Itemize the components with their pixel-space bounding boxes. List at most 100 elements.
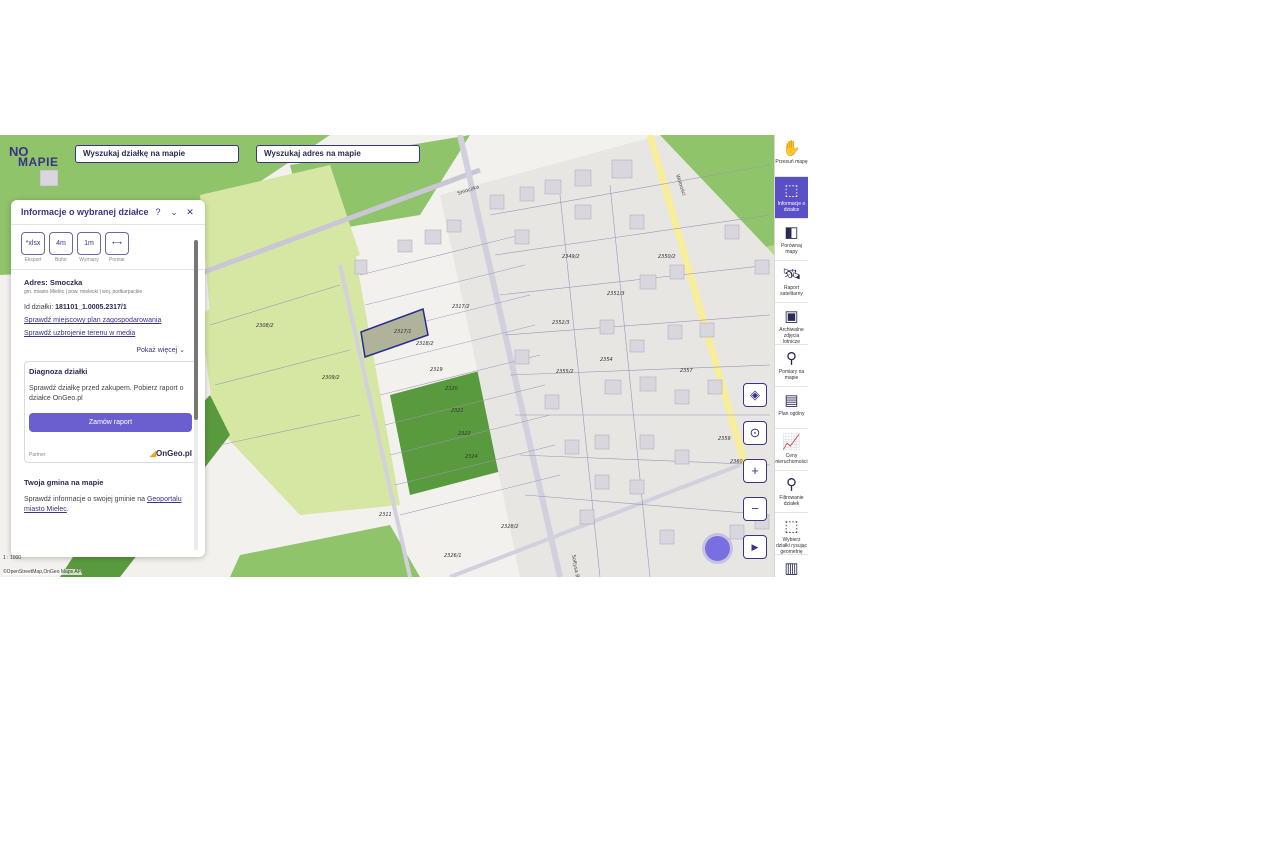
parcel-label: 2357 [680,368,694,374]
forest-area [230,525,420,577]
parcel-info-panel: Informacje o wybranej działce ? ⌄ ✕ *xls… [11,200,205,557]
tool-label: Pomiar [109,257,125,263]
parcel-label: 2328/2 [501,524,519,530]
sidebar-item-label: Przesuń mapę [775,159,808,165]
gmina-text-start: Sprawdź informacje o swojej gminie na [24,496,145,503]
measure-icon: ⟷ [105,232,129,255]
parcel-label: 2350/2 [658,254,676,260]
parcel-info-icon: ⬚ [784,182,799,199]
layers-button[interactable]: ◈ [743,383,767,407]
panel-tools: *xlsx Eksport 4m Bufor 1m Wymiary ⟷ Pomi… [11,225,205,270]
parcel-label: 2308/2 [256,323,274,329]
tool-export[interactable]: *xlsx Eksport [21,232,45,263]
parcel-label: 2324 [465,454,478,460]
sidebar-item-label: Plan ogólny [778,411,805,417]
parcel-label: 2355/2 [556,369,574,375]
show-more-label: Pokaż więcej [136,347,178,354]
zoom-out-button[interactable]: − [743,497,767,521]
sidebar-item-archive-photos[interactable]: ▣ Archiwalne zdjęcia lotnicze [775,303,808,345]
parcel-label: 2311 [379,512,392,518]
map-scale: 1 : 1000 [3,555,22,561]
zoom-in-button[interactable]: + [743,459,767,483]
chart-icon: 📈 [782,434,801,451]
ongeo-brand: OnGeo.pl [156,449,192,458]
utilities-link[interactable]: Sprawdź uzbrojenie terenu w media [11,324,205,337]
sidebar-item-satellite[interactable]: 🛰 Raport satelitarny [775,261,808,303]
parcel-id-value: 181101_1.0005.2317/1 [55,304,127,311]
parcel-label: 2322 [458,431,471,437]
parcel-label: 2317/1 [394,329,412,335]
tool-label: Eksport [24,257,42,263]
parcel-id-label: Id działki: [24,304,54,311]
diagnosis-card: Diagnoza działki Sprawdź działkę przed z… [24,361,197,463]
order-report-button[interactable]: Zamów raport [29,413,192,432]
tool-label: Wymiary [79,257,99,263]
plan-icon: ▤ [784,392,799,409]
chevron-down-icon: ⌄ [179,347,185,354]
sidebar-item-pan[interactable]: ✋ Przesuń mapę [775,135,808,177]
dimensions-icon: 1m [77,232,101,255]
select-icon: ⬚ [784,518,799,535]
app-logo[interactable]: NO MAPIE [9,145,59,169]
gmina-title: Twoja gmina na mapie [24,478,104,487]
sidebar-item-label: Pomiary na mapie [778,369,805,381]
panel-scrollbar[interactable] [194,240,198,550]
sidebar-item-label: Raport satelitarny [780,285,803,297]
sidebar-item-parcel-info[interactable]: ⬚ Informacje o działce [775,177,808,219]
sidebar-item-compare[interactable]: ◧ Porównaj mapy [775,219,808,261]
parcel-label: 2360 [730,459,743,465]
tool-measure[interactable]: ⟷ Pomiar [105,232,129,263]
layers-icon: ◈ [750,387,760,402]
parcel-label: 2354 [600,357,613,363]
sidebar-item-label: Porównaj mapy [781,243,802,255]
sidebar-item-label: Archiwalne zdjęcia lotnicze [779,327,804,345]
sidebar-item-label: Wybierz działki rysując geometrię [775,537,808,555]
zoom-out-icon: − [751,501,759,516]
tool-dimensions[interactable]: 1m Wymiary [77,232,101,263]
gmina-text-end: . [66,506,69,513]
play-button[interactable]: ▶ [743,535,767,559]
map-canvas[interactable]: 2317/1 2317/2 2318/2 2319 2320 2321 2322… [0,135,774,577]
address-title: Adres: Smoczka [24,278,83,287]
sidebar-item-map[interactable]: ▥ [775,555,808,577]
parcel-label: 2352/3 [552,320,570,326]
help-icon[interactable]: ? [153,207,163,217]
show-more-button[interactable]: Pokaż więcej ⌄ [11,337,205,354]
tool-buffer[interactable]: 4m Bufor [49,232,73,263]
panel-header: Informacje o wybranej działce ? ⌄ ✕ [11,200,205,225]
locate-icon: ⊙ [749,425,761,440]
logo-line2: MAPIE [18,155,59,169]
map-attribution[interactable]: ©OpenStreetMap,OnGeo Maps API [3,569,83,575]
sidebar-item-filter[interactable]: ⚲ Filtrowanie działek [775,471,808,513]
tool-label: Bufor [55,257,67,263]
sidebar-item-label: Informacje o działce [777,201,806,213]
gmina-text: Sprawdź informacje o swojej gminie na Ge… [11,487,205,515]
sidebar-item-general-plan[interactable]: ▤ Plan ogólny [775,387,808,429]
sidebar-item-measure[interactable]: ⚲ Pomiary na mapie [775,345,808,387]
ongeo-logo[interactable]: ◢OnGeo.pl [150,449,192,458]
tool-sidebar: ✋ Przesuń mapę ⬚ Informacje o działce ◧ … [774,135,808,577]
parcel-label: 2317/2 [452,304,470,310]
locate-button[interactable]: ⊙ [743,421,767,445]
address-search-input[interactable]: Wyszukaj adres na mapie [256,145,420,163]
partner-label: Partner [29,452,46,458]
sidebar-item-select-geometry[interactable]: ⬚ Wybierz działki rysując geometrię [775,513,808,555]
parcel-id-row: Id działki: 181101_1.0005.2317/1 [11,295,205,311]
parcel-label: 2359 [718,436,731,442]
close-icon[interactable]: ✕ [185,207,195,217]
sidebar-item-label: Filtrowanie działek [779,495,804,507]
chevron-down-icon[interactable]: ⌄ [169,207,179,217]
measure-icon: ⚲ [786,350,797,367]
address-block: Adres: Smoczka gm. miasto Mielec | pow. … [11,270,205,295]
zoning-plan-link[interactable]: Sprawdź miejscowy plan zagospodarowania [11,311,205,324]
photo-icon: ▣ [784,308,799,325]
export-icon: *xlsx [21,232,45,255]
chat-bubble-icon[interactable] [705,536,730,561]
filter-icon: ⚲ [786,476,797,493]
play-icon: ▶ [751,542,759,552]
scrollbar-thumb[interactable] [194,240,198,420]
satellite-icon: 🛰 [781,266,802,283]
diagnosis-title: Diagnoza działki [29,367,88,376]
sidebar-item-prices[interactable]: 📈 Ceny nieruchomości [775,429,808,471]
parcel-search-input[interactable]: Wyszukaj działkę na mapie [75,145,239,163]
